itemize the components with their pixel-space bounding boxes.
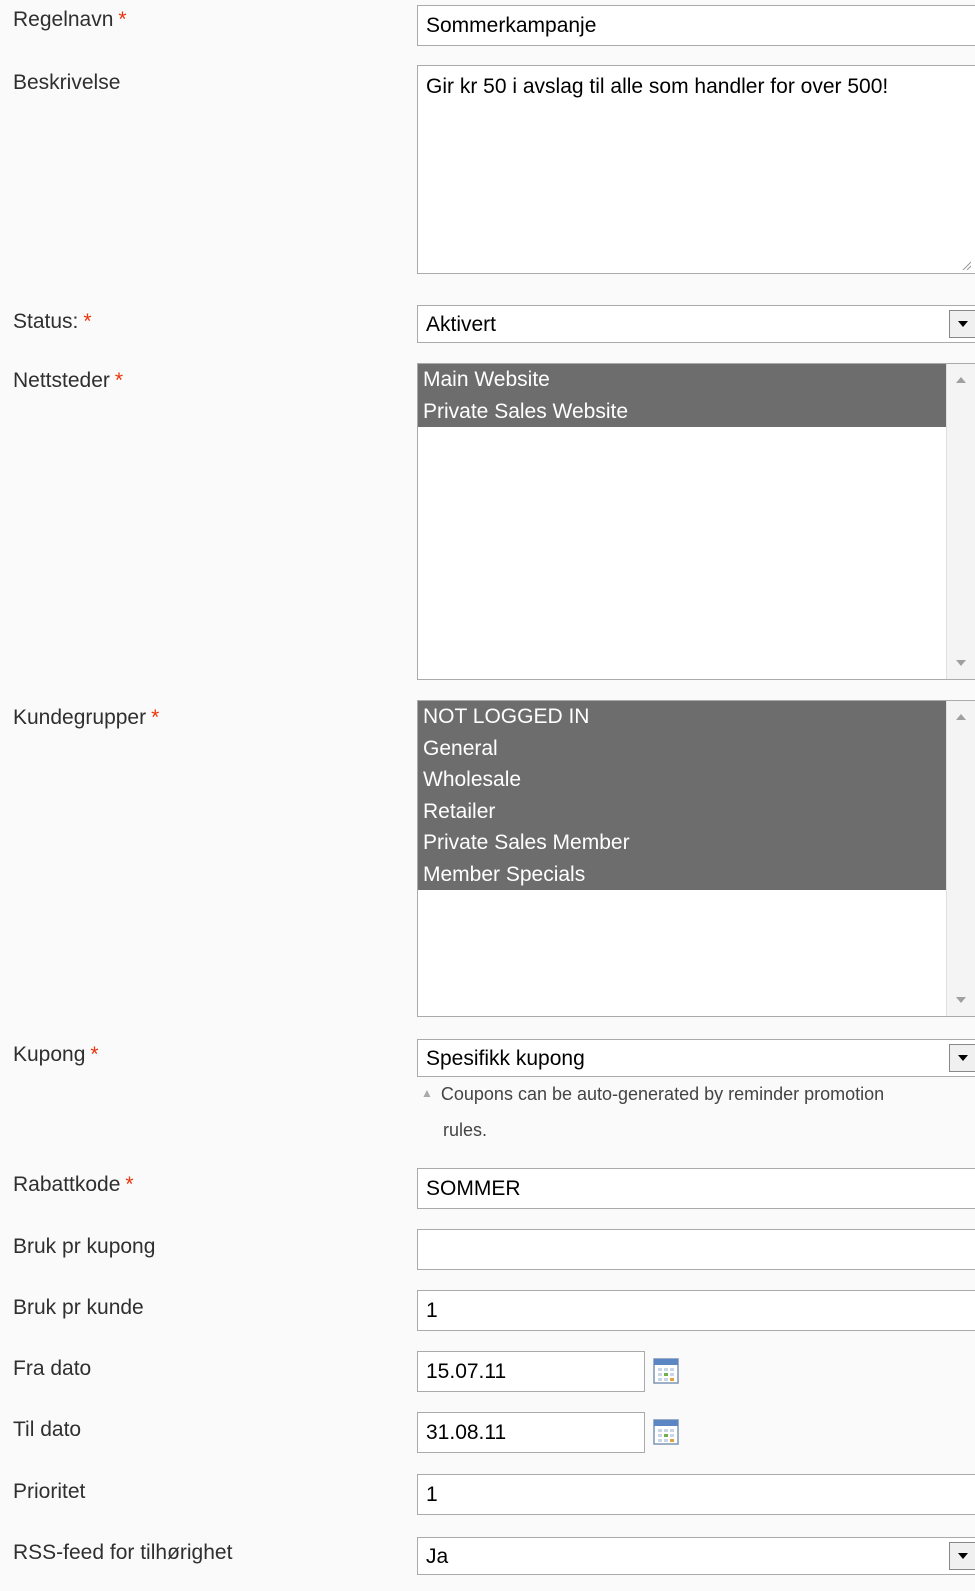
priority-value: 1 bbox=[426, 1483, 438, 1506]
required-marker: * bbox=[83, 310, 92, 333]
websites-label-text: Nettsteder bbox=[13, 369, 110, 392]
rule-name-label: Regelnavn * bbox=[13, 8, 127, 32]
customer-group-option[interactable]: Retailer bbox=[418, 795, 947, 827]
uses-per-customer-value: 1 bbox=[426, 1299, 438, 1322]
required-marker: * bbox=[114, 369, 124, 392]
required-marker: * bbox=[118, 8, 127, 31]
calendar-icon[interactable] bbox=[653, 1419, 679, 1445]
required-marker: * bbox=[151, 706, 160, 729]
description-value: Gir kr 50 i avslag til alle som handler … bbox=[426, 75, 889, 98]
coupon-select[interactable]: Spesifikk kupong bbox=[417, 1039, 975, 1077]
resize-handle-icon[interactable] bbox=[961, 260, 971, 270]
coupon-note-continued: rules. bbox=[443, 1120, 488, 1140]
required-marker: * bbox=[90, 1043, 99, 1066]
customer-group-option[interactable]: NOT LOGGED IN bbox=[418, 701, 947, 733]
scroll-down-icon[interactable] bbox=[956, 997, 966, 1003]
coupon-label: Kupong * bbox=[13, 1043, 99, 1067]
scrollbar[interactable] bbox=[946, 364, 975, 679]
customer-group-option[interactable]: Member Specials bbox=[418, 858, 947, 890]
to-date-label: Til dato bbox=[13, 1418, 82, 1441]
rss-feed-select[interactable]: Ja bbox=[417, 1537, 975, 1575]
customer-group-option[interactable]: Private Sales Member bbox=[418, 827, 947, 859]
coupon-note-text: Coupons can be auto-generated by reminde… bbox=[440, 1084, 885, 1104]
customer-groups-label-text: Kundegrupper bbox=[13, 706, 147, 729]
coupon-code-input[interactable]: SOMMER bbox=[417, 1168, 975, 1209]
triangle-up-icon: ▲ bbox=[421, 1086, 433, 1100]
coupon-value: Spesifikk kupong bbox=[426, 1046, 585, 1070]
rule-name-label-text: Regelnavn bbox=[13, 8, 114, 31]
customer-groups-label: Kundegrupper * bbox=[13, 706, 159, 730]
status-label-text: Status: bbox=[13, 310, 79, 333]
coupon-label-text: Kupong bbox=[13, 1043, 86, 1066]
uses-per-coupon-input[interactable] bbox=[417, 1229, 975, 1270]
websites-option[interactable]: Main Website bbox=[418, 364, 947, 396]
customer-groups-multiselect[interactable]: NOT LOGGED IN General Wholesale Retailer… bbox=[417, 700, 975, 1017]
status-select[interactable]: Aktivert bbox=[417, 305, 975, 343]
from-date-value: 15.07.11 bbox=[426, 1360, 507, 1383]
chevron-down-icon[interactable] bbox=[949, 1542, 975, 1570]
rss-feed-label: RSS-feed for tilhørighet bbox=[13, 1541, 233, 1564]
required-marker: * bbox=[125, 1173, 134, 1196]
description-textarea[interactable]: Gir kr 50 i avslag til alle som handler … bbox=[417, 65, 975, 274]
chevron-down-icon[interactable] bbox=[949, 1044, 975, 1072]
to-date-value: 31.08.11 bbox=[426, 1421, 507, 1444]
from-date-label: Fra dato bbox=[13, 1357, 92, 1380]
status-label: Status: * bbox=[13, 310, 92, 334]
websites-label: Nettsteder * bbox=[13, 369, 123, 393]
description-label: Beskrivelse bbox=[13, 71, 121, 94]
chevron-down-icon[interactable] bbox=[949, 310, 975, 338]
priority-input[interactable]: 1 bbox=[417, 1474, 975, 1515]
customer-group-option[interactable]: General bbox=[418, 732, 947, 764]
uses-per-customer-label: Bruk pr kunde bbox=[13, 1296, 144, 1319]
scroll-down-icon[interactable] bbox=[956, 660, 966, 666]
coupon-code-label: Rabattkode * bbox=[13, 1173, 134, 1197]
from-date-input[interactable]: 15.07.11 bbox=[417, 1351, 645, 1392]
coupon-code-value: SOMMER bbox=[426, 1177, 521, 1200]
rss-feed-value: Ja bbox=[426, 1544, 449, 1568]
uses-per-customer-input[interactable]: 1 bbox=[417, 1290, 975, 1331]
status-value: Aktivert bbox=[426, 312, 497, 336]
scrollbar[interactable] bbox=[946, 701, 975, 1016]
priority-label: Prioritet bbox=[13, 1480, 86, 1503]
uses-per-coupon-label: Bruk pr kupong bbox=[13, 1235, 156, 1258]
scroll-up-icon[interactable] bbox=[956, 714, 966, 720]
calendar-icon[interactable] bbox=[653, 1358, 679, 1384]
scroll-up-icon[interactable] bbox=[956, 377, 966, 383]
customer-group-option[interactable]: Wholesale bbox=[418, 764, 947, 796]
websites-multiselect[interactable]: Main Website Private Sales Website bbox=[417, 363, 975, 680]
rule-name-input[interactable]: Sommerkampanje bbox=[417, 5, 975, 46]
websites-option[interactable]: Private Sales Website bbox=[418, 395, 947, 427]
to-date-input[interactable]: 31.08.11 bbox=[417, 1412, 645, 1453]
rule-name-value: Sommerkampanje bbox=[426, 14, 597, 37]
coupon-code-label-text: Rabattkode bbox=[13, 1173, 121, 1196]
coupon-note: ▲ Coupons can be auto-generated by remind… bbox=[421, 1084, 884, 1105]
